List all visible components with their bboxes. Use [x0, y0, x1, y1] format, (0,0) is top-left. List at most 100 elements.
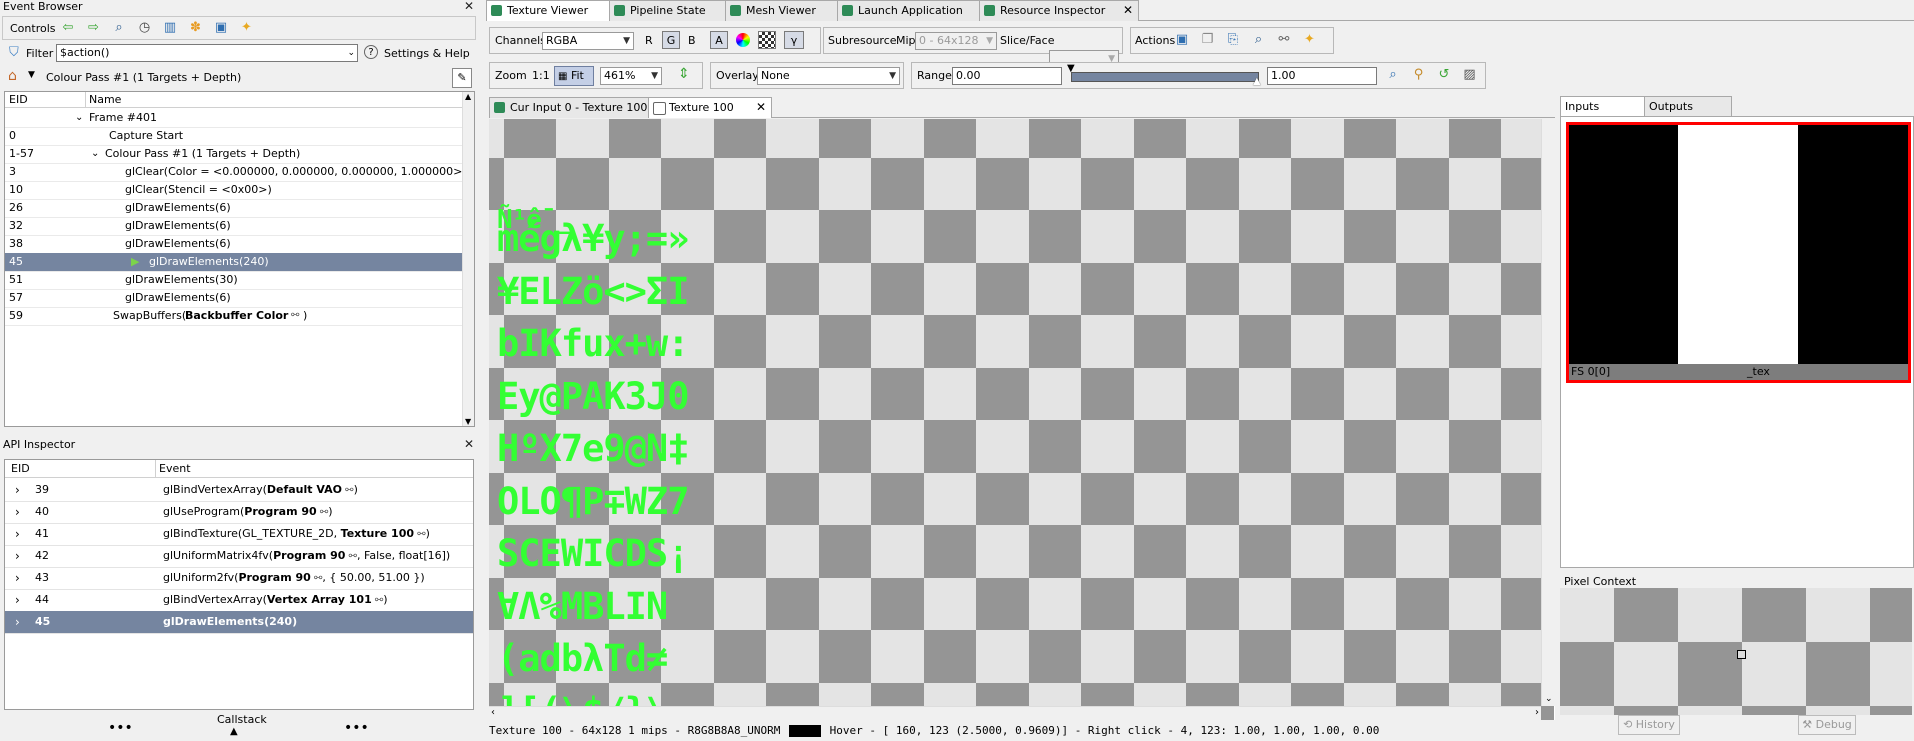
api-row[interactable]: › 45 glDrawElements(240): [5, 611, 473, 634]
checkerboard-icon[interactable]: [758, 31, 776, 49]
event-row[interactable]: 3 glClear(Color = <0.000000, 0.000000, 0.…: [5, 163, 463, 182]
open-texture-icon[interactable]: ⎘: [1224, 31, 1242, 49]
copy-icon[interactable]: ❐: [1199, 31, 1217, 49]
settings-puzzle-icon[interactable]: ✦: [1301, 31, 1319, 49]
history-button[interactable]: ⟲ History: [1618, 715, 1680, 735]
chevron-right-icon[interactable]: ›: [15, 611, 20, 633]
event-row[interactable]: 45 ▶ glDrawElements(240): [5, 253, 463, 272]
range-slider-black-handle[interactable]: ▼: [1067, 63, 1075, 74]
api-row[interactable]: › 39 glBindVertexArray(Default VAO ⚯): [5, 479, 473, 502]
texture-canvas[interactable]: Ñ¹ê¯_ mégλ¥y;=» ¥ELZö<>ΣI bIKfux+w: Ey@PAK3J…: [489, 119, 1555, 720]
back-arrow-icon[interactable]: ⇦: [59, 19, 77, 37]
bookmark-flower-icon[interactable]: ✽: [187, 19, 205, 37]
channel-g-toggle[interactable]: G: [662, 31, 680, 49]
event-row[interactable]: 51 glDrawElements(30): [5, 271, 463, 290]
tab-texture-100[interactable]: Texture 100 ✕: [648, 97, 772, 118]
api-col-event[interactable]: Event: [159, 462, 191, 475]
api-row-resource[interactable]: glDrawElements(240): [163, 615, 297, 628]
zoom-1to1-button[interactable]: 1:1: [532, 69, 550, 82]
filter-input[interactable]: $action() ⌄: [56, 44, 358, 62]
settings-help-button[interactable]: Settings & Help: [384, 47, 470, 60]
input-thumbnail[interactable]: FS 0[0] _tex: [1566, 122, 1911, 383]
tab-inputs[interactable]: Inputs: [1560, 96, 1648, 117]
close-icon[interactable]: ✕: [464, 0, 474, 13]
callstack-right-dots[interactable]: •••: [344, 720, 369, 736]
find-binoculars-icon[interactable]: ⌕: [110, 19, 128, 37]
chevron-right-icon[interactable]: ›: [15, 545, 20, 567]
range-slider-white-handle[interactable]: ▲: [1253, 76, 1261, 87]
api-row-resource[interactable]: Program 90: [238, 571, 310, 584]
api-row[interactable]: › 41 glBindTexture(GL_TEXTURE_2D, Texture …: [5, 523, 473, 546]
horizontal-scrollbar[interactable]: ‹ ›: [489, 706, 1541, 720]
pixel-context-view[interactable]: [1560, 588, 1912, 715]
range-max-input[interactable]: 1.00: [1267, 67, 1377, 85]
flip-arrows-icon[interactable]: ⇕: [678, 66, 690, 82]
link-icon[interactable]: ⚯: [317, 507, 328, 518]
bar-chart-icon[interactable]: ▥: [161, 19, 179, 37]
api-row-resource[interactable]: Texture 100: [341, 527, 414, 540]
api-row[interactable]: › 44 glBindVertexArray(Vertex Array 101 ⚯): [5, 589, 473, 612]
overlay-select[interactable]: None ▼: [757, 67, 900, 85]
chevron-down-icon[interactable]: ⌄: [347, 45, 355, 61]
edit-bookmark-icon[interactable]: ✎: [452, 68, 472, 88]
settings-puzzle-icon[interactable]: ✦: [238, 19, 256, 37]
chevron-right-icon[interactable]: ›: [15, 501, 20, 523]
debug-button[interactable]: ⚒ Debug: [1798, 715, 1856, 735]
tab-texture-viewer[interactable]: Texture Viewer ✕: [486, 0, 629, 21]
close-icon[interactable]: ✕: [756, 98, 766, 117]
link-icon[interactable]: ⚯: [372, 595, 383, 606]
fit-button[interactable]: ▦ Fit: [554, 66, 594, 86]
link-icon[interactable]: ⚯: [311, 573, 322, 584]
channels-select[interactable]: RGBA ▼: [542, 32, 634, 50]
pick-pixel-wand-icon[interactable]: ⚲: [1410, 66, 1428, 84]
event-row[interactable]: 10 glClear(Stencil = <0x00>): [5, 181, 463, 200]
home-icon[interactable]: ⌂: [8, 68, 17, 84]
reset-range-icon[interactable]: ↺: [1435, 66, 1453, 84]
tab-launch-application[interactable]: Launch Application ✕: [837, 0, 999, 21]
save-texture-icon[interactable]: ▣: [1173, 31, 1191, 49]
timeline-clock-icon[interactable]: ◷: [136, 19, 154, 37]
event-row[interactable]: 32 glDrawElements(6): [5, 217, 463, 236]
link-icon[interactable]: ⚯: [345, 551, 357, 562]
event-tree-col-eid[interactable]: EID: [9, 93, 28, 106]
event-row[interactable]: 26 glDrawElements(6): [5, 199, 463, 218]
close-icon[interactable]: ✕: [1123, 1, 1133, 20]
link-icon[interactable]: ⚯: [291, 307, 299, 325]
tab-resource-inspector[interactable]: Resource Inspector ✕: [979, 0, 1139, 21]
chevron-right-icon[interactable]: ›: [15, 589, 20, 611]
goto-location-binoculars-icon[interactable]: ⌕: [1250, 31, 1268, 49]
vertical-scrollbar[interactable]: ⌄: [1541, 119, 1555, 706]
auto-fit-zoom-icon[interactable]: ⌕: [1384, 66, 1402, 84]
link-icon[interactable]: ⚯: [414, 529, 425, 540]
tab-cur-input[interactable]: Cur Input 0 - Texture 100: [489, 97, 668, 118]
api-row[interactable]: › 42 glUniformMatrix4fv(Program 90 ⚯, Fals…: [5, 545, 473, 568]
channel-a-toggle[interactable]: A: [710, 31, 728, 49]
callstack-expand-icon[interactable]: ▲: [230, 726, 238, 737]
tab-outputs[interactable]: Outputs: [1644, 96, 1732, 117]
scroll-up-icon[interactable]: ▲: [465, 92, 471, 101]
link-icon[interactable]: ⚯: [342, 485, 353, 496]
api-col-eid[interactable]: EID: [11, 462, 30, 475]
api-row[interactable]: › 40 glUseProgram(Program 90 ⚯): [5, 501, 473, 524]
channel-r-toggle[interactable]: R: [645, 34, 653, 47]
breadcrumb-text[interactable]: Colour Pass #1 (1 Targets + Depth): [46, 71, 241, 84]
event-row[interactable]: 1-57 ⌄ Colour Pass #1 (1 Targets + Depth): [5, 145, 463, 164]
event-row[interactable]: 57 glDrawElements(6): [5, 289, 463, 308]
event-row[interactable]: 0 Capture Start: [5, 127, 463, 146]
scroll-left-icon[interactable]: ‹: [491, 707, 495, 718]
tree-scrollbar[interactable]: ▲ ▼: [462, 92, 474, 426]
event-row[interactable]: ⌄ Frame #401: [5, 109, 463, 128]
chevron-right-icon[interactable]: ›: [15, 479, 20, 501]
chevron-down-icon[interactable]: ⌄: [75, 109, 83, 127]
api-row-resource[interactable]: Program 90: [244, 505, 316, 518]
close-icon[interactable]: ✕: [464, 438, 474, 451]
event-row[interactable]: 38 glDrawElements(6): [5, 235, 463, 254]
api-row-resource[interactable]: Default VAO: [267, 483, 342, 496]
gamma-toggle[interactable]: γ: [784, 31, 804, 49]
histogram-icon[interactable]: ▨: [1461, 66, 1479, 84]
save-icon[interactable]: ▣: [212, 19, 230, 37]
color-wheel-icon[interactable]: [736, 33, 750, 47]
range-min-input[interactable]: 0.00: [952, 67, 1062, 85]
api-row[interactable]: › 43 glUniform2fv(Program 90 ⚯, { 50.00, 5…: [5, 567, 473, 590]
chevron-right-icon[interactable]: ›: [15, 567, 20, 589]
